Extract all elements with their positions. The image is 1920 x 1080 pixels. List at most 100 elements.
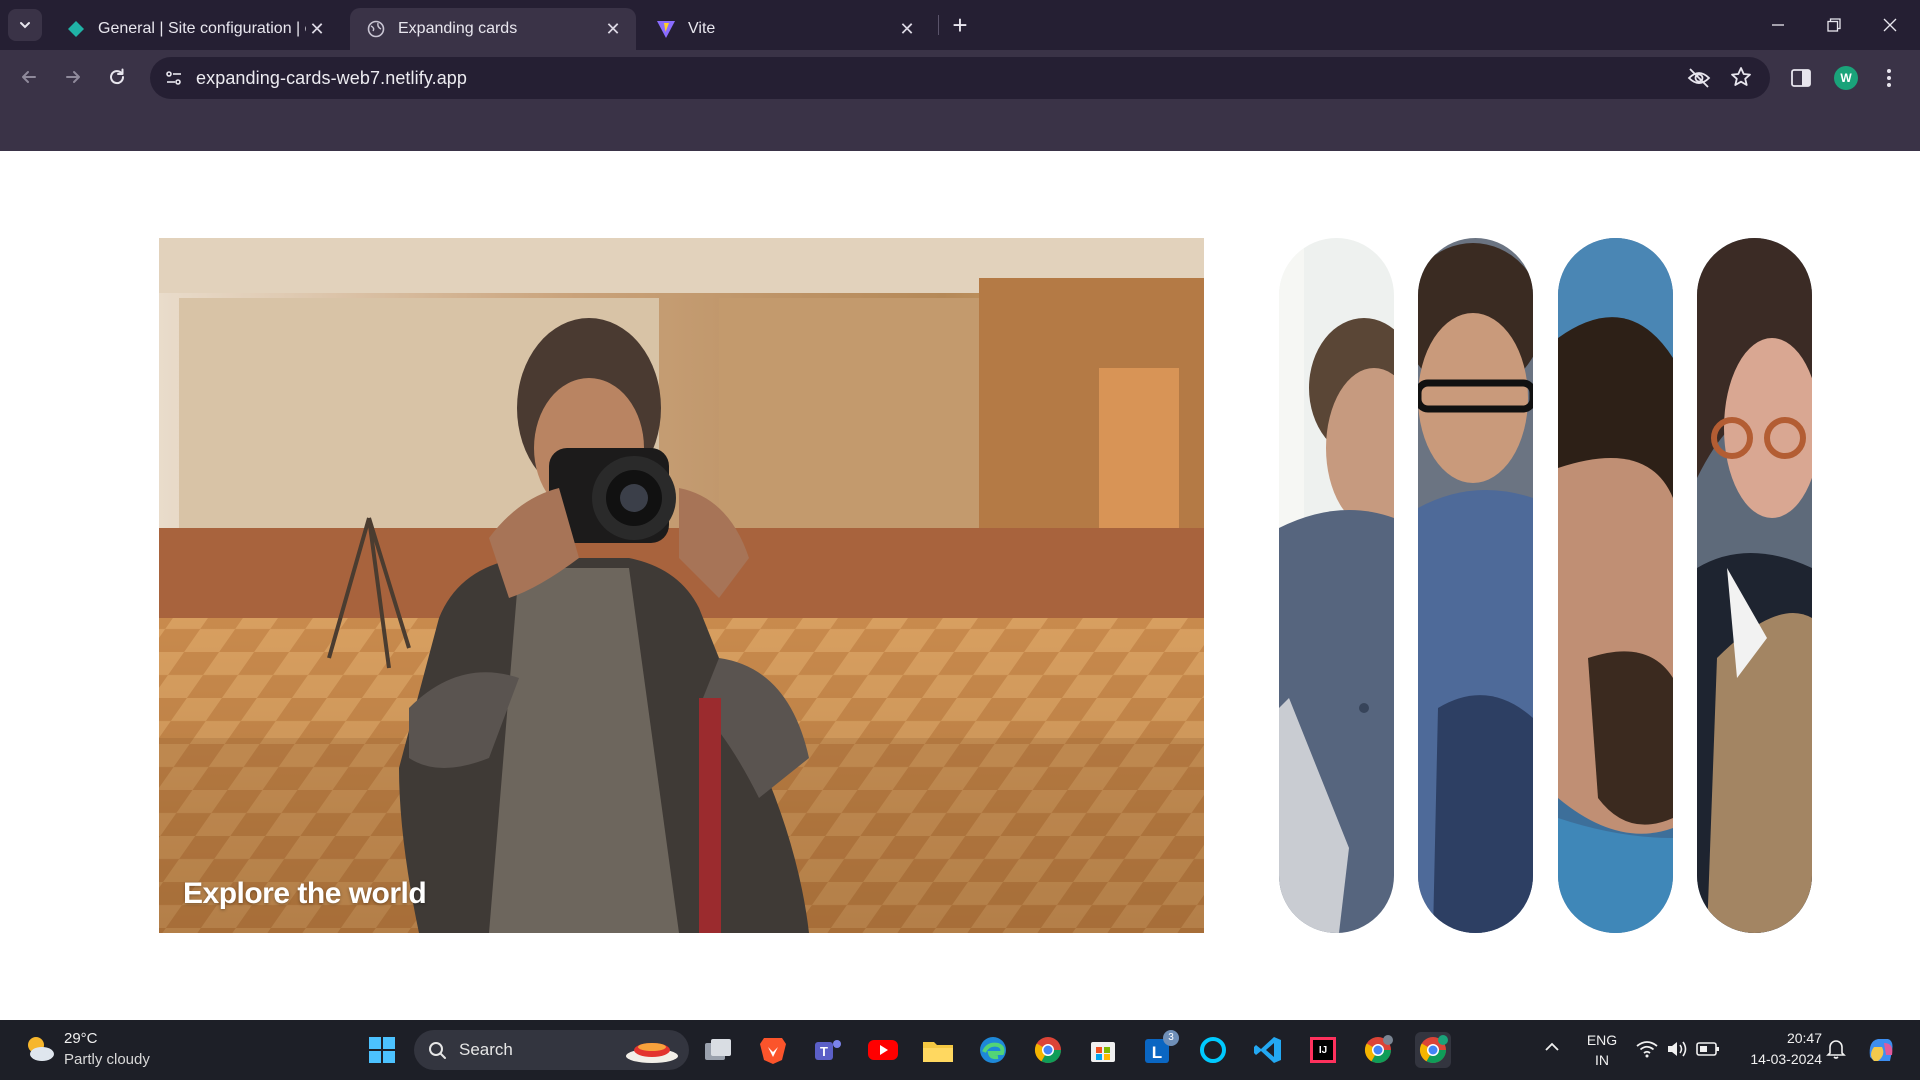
tab-title: Expanding cards [398, 20, 518, 37]
site-info-icon[interactable] [164, 68, 184, 93]
alexa-ring-icon [1200, 1037, 1226, 1063]
globe-icon [366, 19, 386, 39]
youtube-icon [868, 1040, 898, 1060]
chevron-down-icon [20, 22, 30, 29]
tab-vite[interactable]: Vite ✕ [640, 8, 930, 50]
chrome-profile-w-button[interactable] [1415, 1032, 1451, 1068]
panel-photographer[interactable]: Explore the world [159, 238, 1204, 933]
windows-logo-icon [369, 1037, 395, 1063]
man-laptop-image [1279, 238, 1394, 933]
linkedin-app-button[interactable]: L 3 [1140, 1030, 1179, 1068]
man-glasses-image [1418, 238, 1533, 933]
search-label: Search [459, 1040, 513, 1059]
youtube-button[interactable] [865, 1032, 901, 1068]
search-highlight-icon [624, 1036, 680, 1069]
photographer-image [159, 238, 1204, 933]
taskbar-search[interactable]: Search [414, 1030, 689, 1070]
intellij-button[interactable]: IJ [1305, 1032, 1341, 1068]
notification-badge: 3 [1163, 1030, 1179, 1046]
back-button[interactable] [14, 62, 44, 92]
arrow-left-icon [22, 71, 36, 83]
man-beard-image [1558, 238, 1673, 933]
tab-general[interactable]: General | Site configuration | ex ✕ [50, 8, 340, 50]
close-window-button[interactable] [1862, 0, 1918, 50]
task-view-button[interactable] [700, 1032, 736, 1068]
close-icon [1883, 18, 1897, 32]
minimize-button[interactable] [1750, 0, 1806, 50]
file-explorer-button[interactable] [920, 1032, 956, 1068]
language-top[interactable]: ENG [1578, 1032, 1626, 1048]
address-bar[interactable]: expanding-cards-web7.netlify.app [150, 57, 1770, 99]
vscode-button[interactable] [1250, 1032, 1286, 1068]
weather-description[interactable]: Partly cloudy [64, 1051, 150, 1068]
microsoft-store-button[interactable] [1085, 1032, 1121, 1068]
side-panel-icon[interactable] [1790, 68, 1812, 93]
reload-button[interactable] [102, 62, 132, 92]
panel-man-beard[interactable] [1558, 238, 1673, 933]
battery-icon[interactable] [1696, 1041, 1720, 1062]
chrome-icon [1364, 1035, 1393, 1064]
teams-button[interactable]: T [810, 1032, 846, 1068]
panel-man-glasses[interactable] [1418, 238, 1533, 933]
url-text[interactable]: expanding-cards-web7.netlify.app [196, 68, 467, 89]
taskbar: 29°C Partly cloudy Search T L 3 IJ ENG I… [0, 1020, 1920, 1080]
alexa-button[interactable] [1195, 1032, 1231, 1068]
tab-search-button[interactable] [8, 9, 42, 41]
panel-man-laptop[interactable] [1279, 238, 1394, 933]
copilot-icon[interactable] [1864, 1033, 1898, 1072]
brave-lion-icon [760, 1038, 786, 1064]
star-icon[interactable] [1730, 66, 1752, 93]
tab-strip: General | Site configuration | ex ✕ Expa… [0, 0, 1920, 50]
eye-off-icon[interactable] [1687, 67, 1711, 94]
reload-icon [110, 68, 125, 85]
arrow-right-icon [66, 71, 80, 83]
close-icon[interactable]: ✕ [602, 18, 624, 40]
close-icon[interactable]: ✕ [306, 18, 328, 40]
netlify-diamond-icon [66, 19, 86, 39]
panel-woman-glasses[interactable] [1697, 238, 1812, 933]
vscode-icon [1254, 1037, 1281, 1063]
chrome-button[interactable] [1030, 1032, 1066, 1068]
clock-date[interactable]: 14-03-2024 [1732, 1051, 1822, 1067]
wifi-icon[interactable] [1636, 1040, 1658, 1063]
panel-title: Explore the world [183, 877, 427, 910]
minimize-icon [1772, 24, 1784, 26]
weather-partly-cloudy-icon[interactable] [22, 1032, 56, 1071]
edge-button[interactable] [975, 1032, 1011, 1068]
weather-temperature[interactable]: 29°C [64, 1030, 98, 1047]
chrome-icon [1034, 1037, 1062, 1064]
chrome-icon [1419, 1035, 1448, 1064]
svg-text:T: T [820, 1044, 828, 1059]
new-tab-button[interactable]: + [946, 12, 974, 40]
search-icon [428, 1041, 447, 1065]
bookmark-bar [0, 102, 1920, 151]
intellij-icon: IJ [1310, 1037, 1336, 1063]
close-icon[interactable]: ✕ [896, 18, 918, 40]
forward-button[interactable] [58, 62, 88, 92]
edge-icon [980, 1037, 1006, 1063]
restore-icon [1827, 18, 1841, 32]
svg-text:L: L [1152, 1043, 1162, 1062]
more-menu-icon[interactable] [1885, 67, 1893, 94]
clock-time[interactable]: 20:47 [1732, 1030, 1822, 1046]
svg-text:IJ: IJ [1319, 1045, 1327, 1056]
language-bottom[interactable]: IN [1578, 1052, 1626, 1068]
tab-title: Vite [688, 20, 716, 37]
profile-avatar[interactable]: W [1834, 66, 1858, 90]
restore-button[interactable] [1806, 0, 1862, 50]
notification-bell-icon[interactable] [1826, 1038, 1846, 1065]
brave-browser-button[interactable] [755, 1032, 791, 1068]
task-view-icon [705, 1039, 731, 1060]
tab-expanding-cards[interactable]: Expanding cards ✕ [350, 8, 636, 50]
store-icon [1091, 1042, 1115, 1062]
chrome-profile-f-button[interactable] [1360, 1032, 1396, 1068]
chevron-up-icon[interactable] [1544, 1040, 1560, 1058]
teams-icon: T [815, 1040, 841, 1060]
page-viewport: Explore the world [0, 151, 1920, 1020]
folder-icon [923, 1042, 953, 1062]
vite-logo-icon [656, 19, 676, 39]
volume-icon[interactable] [1666, 1039, 1688, 1064]
windows-start-button[interactable] [364, 1032, 400, 1068]
woman-glasses-image [1697, 238, 1812, 933]
tab-separator [938, 15, 939, 35]
